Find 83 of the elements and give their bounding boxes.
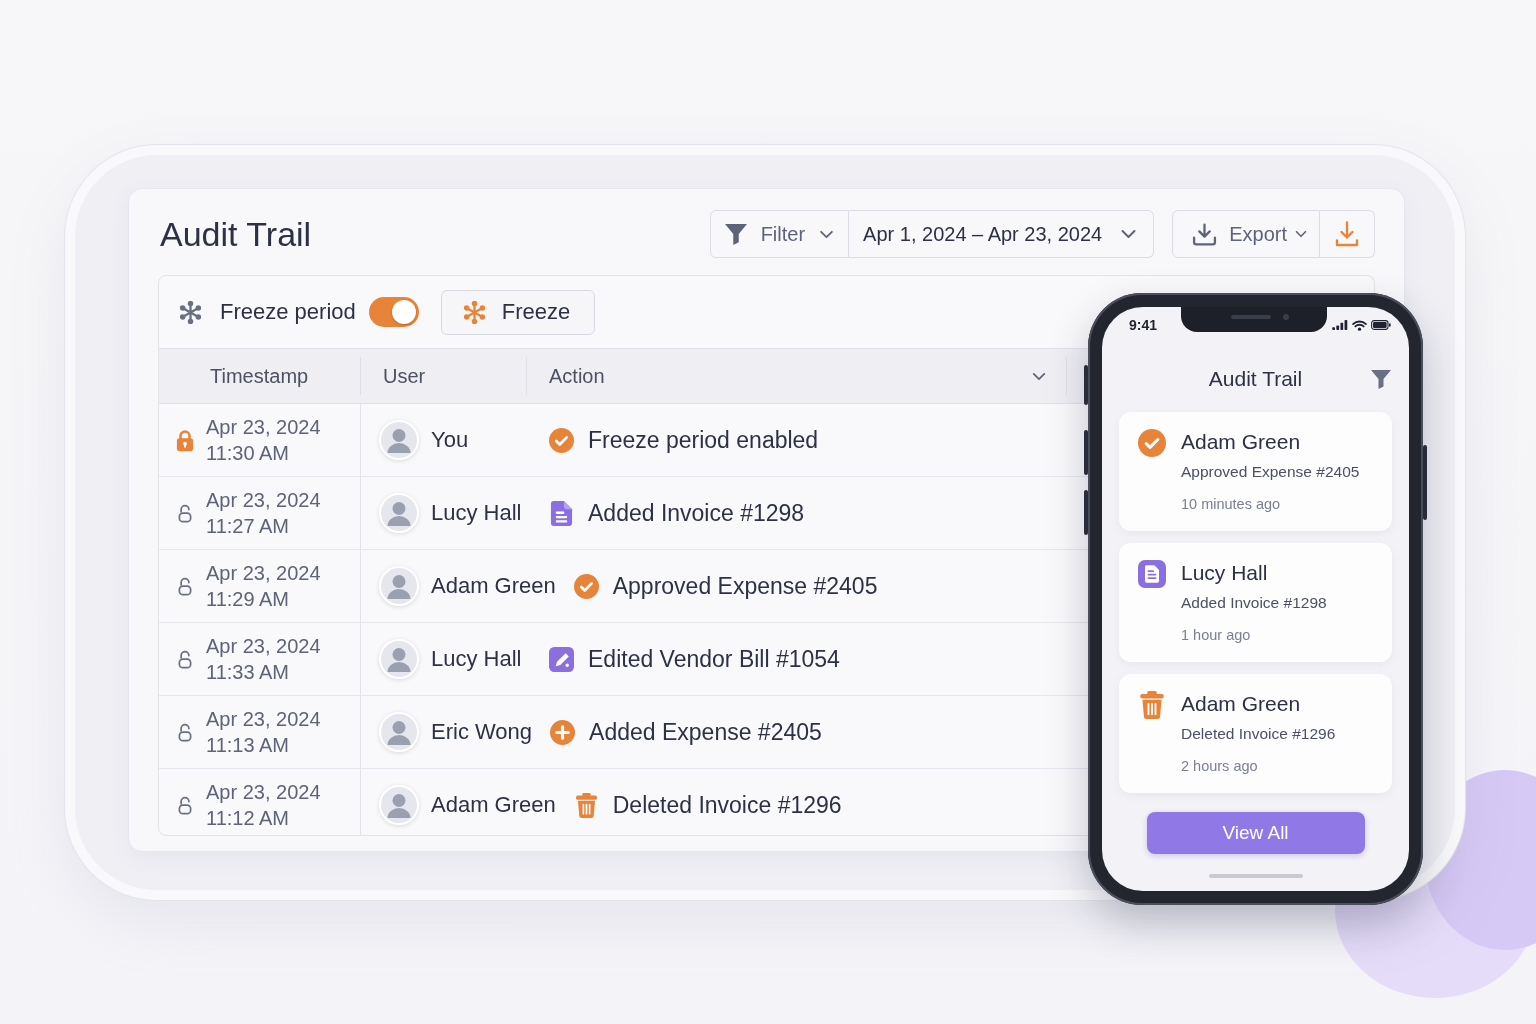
user-name: Adam Green — [431, 573, 556, 599]
open-lock-icon[interactable] — [178, 795, 192, 815]
download-button[interactable] — [1320, 210, 1375, 258]
status-time: 9:41 — [1129, 317, 1158, 333]
battery-icon — [1371, 320, 1391, 330]
action-text: Added Invoice #1298 — [588, 499, 805, 527]
check-circle-icon — [573, 573, 599, 599]
signal-icon — [1332, 320, 1348, 330]
column-header: Action — [549, 364, 605, 388]
card-action-text: Approved Expense #2405 — [1181, 462, 1360, 482]
user-avatar-icon — [379, 566, 419, 606]
phone-title: Audit Trail — [1208, 367, 1303, 391]
card-user-name: Adam Green — [1181, 691, 1302, 717]
entry-date: Apr 23, 2024 — [206, 561, 321, 586]
entry-time: 11:13 AM — [206, 733, 291, 758]
freeze-period-label: Freeze period — [220, 299, 356, 325]
action-text: Approved Expense #2405 — [612, 572, 878, 600]
entry-date: Apr 23, 2024 — [206, 488, 321, 513]
entry-time: 11:27 AM — [206, 514, 291, 539]
chevron-down-icon — [1120, 229, 1138, 239]
download-icon — [1335, 221, 1359, 247]
user-name: Lucy Hall — [431, 646, 523, 672]
activity-card[interactable]: Lucy Hall Added Invoice #1298 1 hour ago — [1119, 543, 1392, 662]
entry-date: Apr 23, 2024 — [206, 707, 321, 732]
card-time-text: 2 hours ago — [1181, 757, 1259, 775]
action-text: Freeze period enabled — [588, 426, 819, 454]
card-user-name: Adam Green — [1181, 429, 1302, 455]
date-range-dropdown[interactable]: Apr 1, 2024 – Apr 23, 2024 — [849, 210, 1155, 258]
export-button[interactable]: Export — [1172, 210, 1320, 258]
user-avatar-icon — [379, 785, 419, 825]
entry-time: 11:30 AM — [206, 441, 291, 466]
document-icon — [549, 500, 574, 526]
user-avatar-icon — [379, 639, 419, 679]
entry-date: Apr 23, 2024 — [206, 415, 321, 440]
card-user-name: Lucy Hall — [1181, 560, 1269, 586]
wifi-icon — [1352, 319, 1367, 331]
freeze-period-toggle[interactable] — [368, 297, 419, 327]
snowflake-icon — [179, 300, 202, 324]
chevron-down-icon — [819, 229, 835, 239]
card-time-text: 10 minutes ago — [1181, 495, 1282, 513]
column-header: Timestamp — [210, 364, 309, 388]
entry-date: Apr 23, 2024 — [206, 780, 321, 805]
open-lock-icon[interactable] — [178, 722, 192, 742]
user-name: Adam Green — [431, 792, 556, 818]
entry-date: Apr 23, 2024 — [206, 634, 321, 659]
action-text: Edited Vendor Bill #1054 — [588, 645, 840, 673]
user-name: Eric Wong — [431, 719, 533, 745]
user-name: You — [431, 427, 470, 453]
chevron-down-icon[interactable] — [1032, 371, 1046, 381]
filter-button[interactable]: Filter — [709, 210, 850, 258]
entry-time: 11:29 AM — [206, 587, 291, 612]
action-text: Deleted Invoice #1296 — [612, 791, 842, 819]
check-circle-icon — [549, 427, 574, 453]
plus-circle-icon — [550, 719, 576, 745]
page-title: Audit Trail — [160, 214, 312, 254]
card-action-text: Added Invoice #1298 — [1181, 593, 1327, 613]
open-lock-icon[interactable] — [178, 649, 192, 669]
activity-card[interactable]: Adam Green Approved Expense #2405 10 minutes ago — [1119, 412, 1392, 531]
lock-icon[interactable] — [176, 428, 194, 452]
document-icon — [1138, 560, 1166, 588]
snowflake-icon — [462, 300, 486, 324]
download-icon — [1192, 222, 1218, 246]
column-header: User — [383, 364, 426, 388]
user-name: Lucy Hall — [431, 500, 523, 526]
user-avatar-icon — [379, 493, 419, 533]
open-lock-icon[interactable] — [178, 503, 192, 523]
filter-icon[interactable] — [1371, 370, 1391, 389]
trash-icon — [1138, 691, 1166, 719]
chevron-down-icon — [1295, 230, 1307, 238]
entry-time: 11:33 AM — [206, 660, 291, 685]
pencil-icon — [549, 646, 574, 672]
user-avatar-icon — [379, 712, 419, 752]
entry-time: 11:12 AM — [206, 806, 291, 831]
check-circle-icon — [1138, 429, 1166, 457]
user-avatar-icon — [379, 420, 419, 460]
filter-icon — [724, 223, 747, 245]
open-lock-icon[interactable] — [178, 576, 192, 596]
activity-card[interactable]: Adam Green Deleted Invoice #1296 2 hours ago — [1119, 674, 1392, 793]
card-action-text: Deleted Invoice #1296 — [1181, 724, 1336, 744]
action-text: Added Expense #2405 — [589, 718, 822, 746]
trash-icon — [573, 792, 599, 818]
card-time-text: 1 hour ago — [1181, 626, 1252, 644]
freeze-button[interactable]: Freeze — [440, 289, 596, 335]
